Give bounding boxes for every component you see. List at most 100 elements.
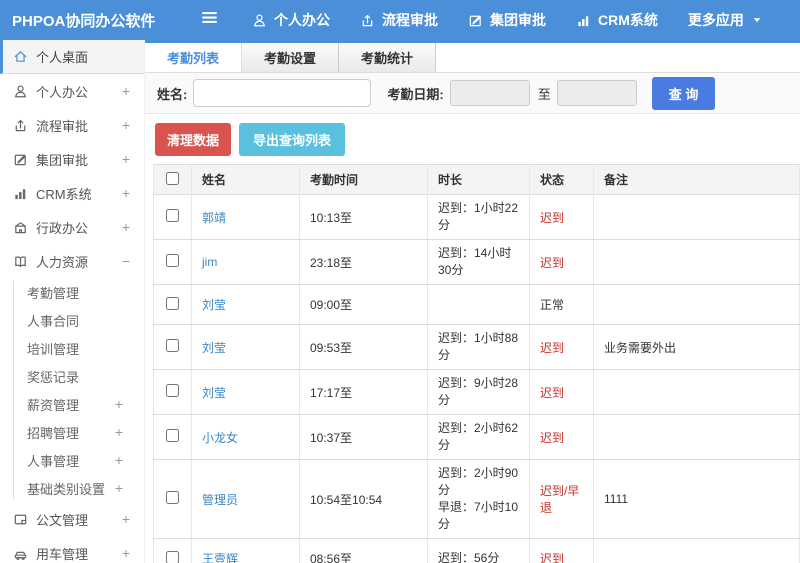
sidebar-subitem-label: 考勤管理 [27,285,80,301]
expand-plus-icon[interactable]: + [115,481,123,495]
menu-toggle-button[interactable] [201,9,218,31]
sidebar-subitem-hr-contract[interactable]: 人事合同 [0,306,144,334]
car-icon [12,546,29,561]
expand-plus-icon[interactable]: + [115,453,123,467]
chart-icon [12,186,29,201]
sidebar-subitem-label: 基础类别设置 [27,481,106,497]
query-button[interactable]: 查 询 [651,76,716,110]
note-cell [593,538,800,563]
duration-line: 迟到：1小时88分 [438,331,519,362]
attendance-time-cell: 10:37至 [299,414,428,460]
attendance-time-cell: 23:18至 [299,239,428,285]
note-cell [593,369,800,415]
name-link[interactable]: 王壹辉 [191,538,300,563]
select-all-checkbox[interactable] [166,171,179,185]
note-cell [593,284,800,325]
duration-cell: 迟到：14小时30分 [427,239,530,285]
export-list-button[interactable]: 导出查询列表 [239,123,346,156]
expand-plus-icon[interactable]: + [115,425,123,439]
name-link[interactable]: 刘莹 [191,284,300,325]
sidebar-item-label: 个人办公 [36,84,89,100]
date-from-input[interactable] [449,80,530,106]
table-row: 刘莹 17:17至 迟到：9小时28分 迟到 [153,369,800,415]
expand-plus-icon[interactable]: + [115,397,123,411]
sidebar-item-personal-office[interactable]: 个人办公 + [0,74,144,108]
row-checkbox[interactable] [166,491,179,504]
table-row: 郭靖 10:13至 迟到：1小时22分 迟到 [153,194,800,240]
collapse-minus-icon[interactable]: − [122,254,130,268]
name-link[interactable]: 管理员 [191,459,300,539]
nav-item-group-approval[interactable]: 集团审批 [468,10,546,30]
attendance-time-cell: 09:53至 [299,324,428,370]
expand-plus-icon[interactable]: + [122,84,130,98]
row-checkbox[interactable] [166,254,179,267]
sidebar-item-vehicle-mgmt[interactable]: 用车管理 + [0,536,144,563]
sidebar-subitem-recruit-mgmt[interactable]: 招聘管理 + [0,418,144,446]
table-row: 刘莹 09:53至 迟到：1小时88分 迟到 业务需要外出 [153,324,800,370]
hamburger-icon [201,9,218,31]
duration-line: 早退：7小时10分 [438,500,519,531]
sidebar: 个人桌面 个人办公 + 流程审批 + 集团审批 + CRM系统 + 行政办公 + 人力资源 − 考勤管理人… [0,40,145,563]
nav-item-workflow-approval[interactable]: 流程审批 [360,10,438,30]
clean-data-button[interactable]: 清理数据 [155,123,232,156]
status-badge: 迟到 [529,414,594,460]
sidebar-subitem-label: 薪资管理 [27,397,80,413]
name-link[interactable]: 刘莹 [191,369,300,415]
date-to-input[interactable] [556,80,637,106]
sidebar-item-admin-office[interactable]: 行政办公 + [0,210,144,244]
row-checkbox[interactable] [166,429,179,442]
sidebar-item-group-approval[interactable]: 集团审批 + [0,142,144,176]
sidebar-item-personal-desktop[interactable]: 个人桌面 [0,40,144,74]
status-badge: 正常 [529,284,594,325]
sidebar-subitem-label: 人事管理 [27,453,80,469]
tab-attendance-settings[interactable]: 考勤设置 [242,43,340,72]
row-checkbox[interactable] [166,296,179,310]
nav-item-more-apps[interactable]: 更多应用 [688,10,763,30]
name-link[interactable]: 郭靖 [191,194,300,240]
expand-plus-icon[interactable]: + [122,220,130,234]
sidebar-subitem-personnel-mgmt[interactable]: 人事管理 + [0,446,144,474]
sidebar-subitem-label: 招聘管理 [27,425,80,441]
row-checkbox[interactable] [166,339,179,352]
status-badge: 迟到/早退 [529,459,594,539]
expand-plus-icon[interactable]: + [122,546,130,560]
tab-attendance-stats[interactable]: 考勤统计 [339,43,437,72]
expand-plus-icon[interactable]: + [122,118,130,132]
expand-plus-icon[interactable]: + [122,186,130,200]
sidebar-subitem-label: 培训管理 [27,341,80,357]
name-link[interactable]: 小龙女 [191,414,300,460]
sidebar-subitem-salary-mgmt[interactable]: 薪资管理 + [0,390,144,418]
status-badge: 迟到 [529,239,594,285]
row-select-cell [153,194,192,240]
flow-icon [12,118,29,133]
app-header: PHPOA协同办公软件 个人办公 流程审批 集团审批 CRM系统 更多应用 [0,0,800,40]
nav-item-personal-office[interactable]: 个人办公 [252,10,330,30]
attendance-time-cell: 10:54至10:54 [299,459,428,539]
sidebar-item-crm-system[interactable]: CRM系统 + [0,176,144,210]
expand-plus-icon[interactable]: + [122,152,130,166]
name-input[interactable] [193,79,372,107]
sidebar-subitem-label: 人事合同 [27,313,80,329]
expand-plus-icon[interactable]: + [122,512,130,526]
sidebar-item-document-mgmt[interactable]: 公文管理 + [0,502,144,536]
top-nav: 个人办公 流程审批 集团审批 CRM系统 更多应用 [252,10,763,30]
note-cell: 业务需要外出 [593,324,800,370]
duration-cell: 迟到：1小时22分 [427,194,530,240]
tab-attendance-list[interactable]: 考勤列表 [145,43,243,72]
sidebar-subitem-attendance-mgmt[interactable]: 考勤管理 [0,278,144,306]
row-checkbox[interactable] [166,384,179,397]
sidebar-item-workflow-approval[interactable]: 流程审批 + [0,108,144,142]
sidebar-subitem-base-category[interactable]: 基础类别设置 + [0,474,144,502]
nav-item-crm-system[interactable]: CRM系统 [576,10,658,30]
name-link[interactable]: jim [191,239,300,285]
table-header-row: 姓名 考勤时间 时长 状态 备注 [153,164,800,195]
sidebar-item-label: 用车管理 [36,546,89,562]
sidebar-item-human-resources[interactable]: 人力资源 − [0,244,144,278]
sidebar-item-label: 集团审批 [36,152,89,168]
sidebar-subitem-reward-punish[interactable]: 奖惩记录 [0,362,144,390]
row-checkbox[interactable] [166,550,179,563]
duration-line: 迟到：14小时30分 [438,246,512,277]
name-link[interactable]: 刘莹 [191,324,300,370]
row-checkbox[interactable] [166,209,179,222]
sidebar-subitem-training-mgmt[interactable]: 培训管理 [0,334,144,362]
